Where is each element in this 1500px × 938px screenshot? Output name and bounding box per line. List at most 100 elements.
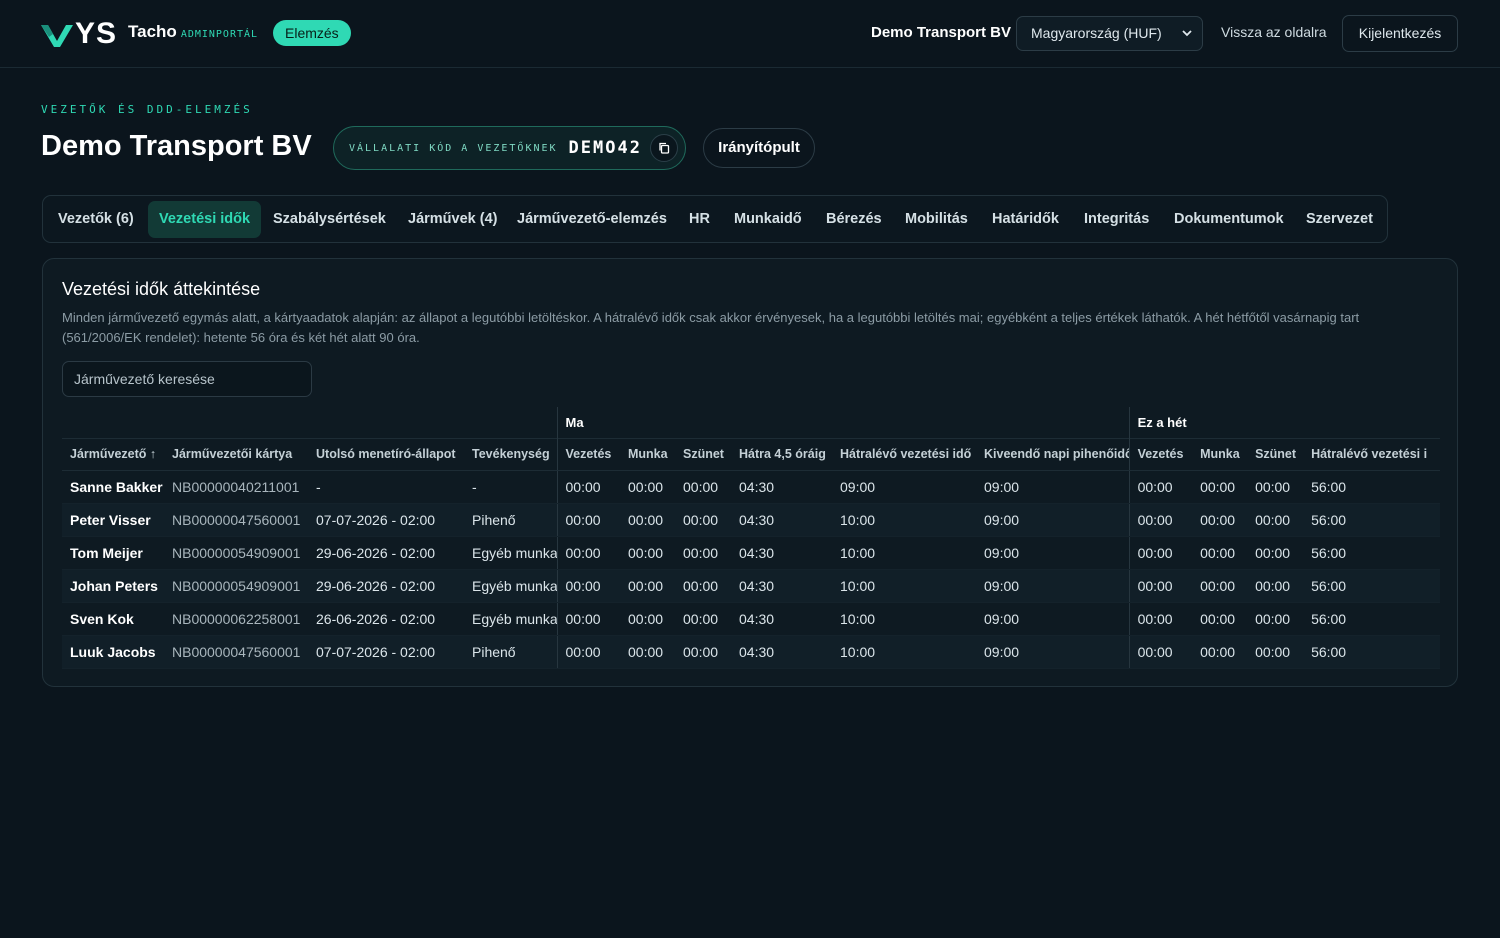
driver-search-input[interactable] [62, 361, 312, 397]
page-eyebrow: VEZETŐK ÉS DDD-ELEMZÉS [41, 103, 253, 116]
col-week-remaining[interactable]: Hátralévő vezetési i [1303, 437, 1441, 471]
tab-documents[interactable]: Dokumentumok [1174, 201, 1284, 238]
col-week-work[interactable]: Munka [1192, 437, 1248, 471]
cell-daily-rest: 09:00 [976, 635, 1130, 669]
tab-mobility[interactable]: Mobilitás [905, 201, 968, 238]
group-this-week: Ez a hét [1128, 407, 1441, 438]
tab-integrations[interactable]: Integritás [1084, 201, 1149, 238]
tab-violations[interactable]: Szabálysértések [273, 201, 386, 238]
country-select[interactable]: Magyarország (HUF) [1016, 16, 1203, 51]
cell-driver: Johan Peters [62, 569, 164, 603]
tab-deadlines[interactable]: Határidők [992, 201, 1059, 238]
cell-today-work: 00:00 [620, 503, 675, 537]
cell-daily-rest: 09:00 [976, 470, 1130, 504]
cell-card: NB00000040211001 [164, 470, 308, 504]
logout-button[interactable]: Kijelentkezés [1342, 15, 1458, 52]
copy-icon[interactable] [650, 134, 678, 162]
col-today-driving[interactable]: Vezetés [556, 437, 620, 471]
cell-card: NB00000054909001 [164, 569, 308, 603]
col-until-4h30[interactable]: Hátra 4,5 óráig [731, 437, 832, 471]
cell-activity: Egyéb munka [464, 569, 557, 603]
cell-week-driving: 00:00 [1128, 635, 1193, 669]
tab-driving-times[interactable]: Vezetési idők [148, 201, 262, 238]
cell-card: NB00000047560001 [164, 503, 308, 537]
col-driver[interactable]: Járművezető ↑ [62, 437, 164, 471]
tab-hr[interactable]: HR [689, 201, 710, 238]
col-card[interactable]: Járművezetői kártya [164, 437, 308, 471]
cell-daily-rest: 09:00 [976, 536, 1130, 570]
top-bar: YS Tacho ADMINPORTÁL Elemzés Demo Transpo… [0, 0, 1500, 68]
cell-week-break: 00:00 [1247, 635, 1304, 669]
chevron-down-icon [1182, 17, 1192, 50]
cell-week-work: 00:00 [1192, 470, 1248, 504]
company-code-label: VÁLLALATI KÓD A VEZETŐKNEK [349, 142, 558, 154]
table-row[interactable]: Sanne Bakker NB00000040211001- -00:00 00:00… [62, 470, 1441, 504]
group-today: Ma [556, 407, 1130, 438]
cell-today-driving: 00:00 [556, 470, 620, 504]
tab-vehicles[interactable]: Járművek (4) [408, 201, 497, 238]
logo[interactable]: YS [41, 19, 117, 49]
col-week-break[interactable]: Szünet [1247, 437, 1304, 471]
cell-remaining-driving: 10:00 [832, 536, 976, 570]
cell-last-status: 07-07-2026 - 02:00 [308, 635, 464, 669]
cell-week-work: 00:00 [1192, 503, 1248, 537]
tab-drivers[interactable]: Vezetők (6) [58, 201, 134, 238]
cell-driver: Sanne Bakker [62, 470, 164, 504]
col-week-driving[interactable]: Vezetés [1128, 437, 1193, 471]
col-daily-rest[interactable]: Kiveendő napi pihenőidő [976, 437, 1130, 471]
cell-today-work: 00:00 [620, 569, 675, 603]
col-today-break[interactable]: Szünet [675, 437, 731, 471]
col-activity[interactable]: Tevékenység [464, 437, 557, 471]
cell-until-4h30: 04:30 [731, 536, 832, 570]
tab-payroll[interactable]: Bérezés [826, 201, 882, 238]
tab-organization[interactable]: Szervezet [1306, 201, 1373, 238]
cell-until-4h30: 04:30 [731, 602, 832, 636]
cell-week-driving: 00:00 [1128, 602, 1193, 636]
cell-week-work: 00:00 [1192, 635, 1248, 669]
cell-today-work: 00:00 [620, 536, 675, 570]
tab-working-time[interactable]: Munkaidő [734, 201, 802, 238]
cell-week-remaining: 56:00 [1303, 602, 1441, 636]
cell-driver: Sven Kok [62, 602, 164, 636]
cell-card: NB00000047560001 [164, 635, 308, 669]
cell-card: NB00000054909001 [164, 536, 308, 570]
panel-description: Minden járművezető egymás alatt, a kárty… [62, 310, 1360, 345]
back-link[interactable]: Vissza az oldalra [1221, 24, 1327, 40]
table-row[interactable]: Johan Peters NB00000054909001 29-06-2026 -… [62, 569, 1441, 603]
col-last-status[interactable]: Utolsó menetíró-állapot [308, 437, 464, 471]
brand-name: Tacho ADMINPORTÁL [128, 22, 258, 42]
cell-week-work: 00:00 [1192, 536, 1248, 570]
cell-last-status: 26-06-2026 - 02:00 [308, 602, 464, 636]
cell-week-remaining: 56:00 [1303, 635, 1441, 669]
cell-week-remaining: 56:00 [1303, 536, 1441, 570]
cell-activity: Egyéb munka [464, 602, 557, 636]
tab-driver-analysis[interactable]: Járművezető-elemzés [517, 201, 667, 238]
country-select-value: Magyarország (HUF) [1031, 25, 1162, 41]
dashboard-button[interactable]: Irányítópult [703, 128, 815, 168]
brand-title: Tacho [128, 22, 177, 41]
cell-activity: Egyéb munka [464, 536, 557, 570]
cell-today-work: 00:00 [620, 635, 675, 669]
company-name: Demo Transport BV [871, 24, 1012, 41]
cell-last-status: 07-07-2026 - 02:00 [308, 503, 464, 537]
cell-today-break: 00:00 [675, 569, 731, 603]
cell-daily-rest: 09:00 [976, 602, 1130, 636]
cell-today-driving: 00:00 [556, 536, 620, 570]
cell-week-remaining: 56:00 [1303, 569, 1441, 603]
cell-today-work: 00:00 [620, 470, 675, 504]
cell-week-break: 00:00 [1247, 602, 1304, 636]
cell-week-break: 00:00 [1247, 569, 1304, 603]
cell-week-driving: 00:00 [1128, 569, 1193, 603]
cell-today-break: 00:00 [675, 503, 731, 537]
col-today-work[interactable]: Munka [620, 437, 675, 471]
table-row[interactable]: Peter Visser NB00000047560001 07-07-2026 -… [62, 503, 1441, 537]
table-row[interactable]: Tom Meijer NB00000054909001 29-06-2026 - 0… [62, 536, 1441, 570]
cell-remaining-driving: 10:00 [832, 635, 976, 669]
table-row[interactable]: Sven Kok NB00000062258001 26-06-2026 - 02:… [62, 602, 1441, 636]
cell-today-driving: 00:00 [556, 602, 620, 636]
cell-last-status: - [308, 470, 464, 504]
table-row[interactable]: Luuk Jacobs NB00000047560001 07-07-2026 - … [62, 635, 1441, 669]
analysis-badge: Elemzés [273, 20, 351, 46]
col-remaining-driving[interactable]: Hátralévő vezetési idő [832, 437, 976, 471]
cell-until-4h30: 04:30 [731, 569, 832, 603]
